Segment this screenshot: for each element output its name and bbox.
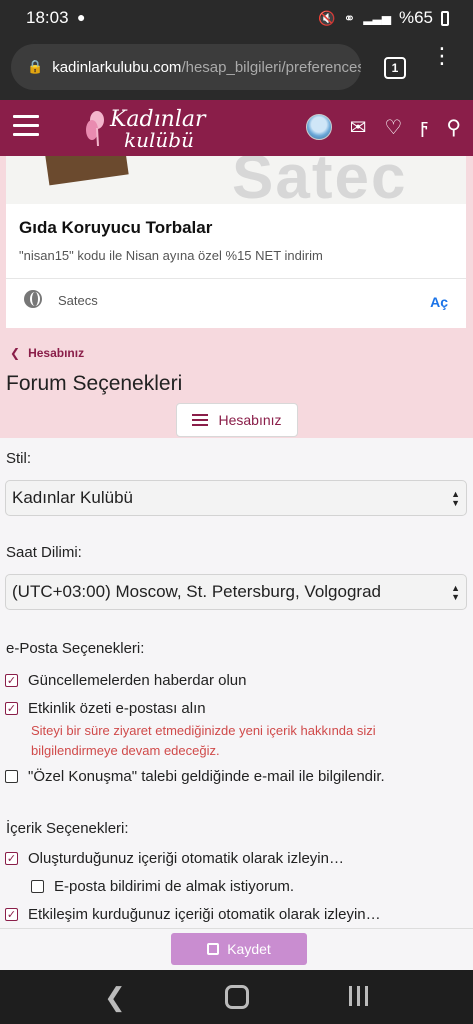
system-nav-bar: ❮ [0,970,473,1024]
logo-text-2: kulübü [124,128,194,152]
content-option-email-notify[interactable]: E-posta bildirimi de almak istiyorum. [31,878,294,895]
browser-toolbar: 🔒 kadinlarkulubu.com/hesap_bilgileri/pre… [0,36,473,100]
save-button-label: Kaydet [227,941,271,957]
select-arrows-icon: ▲ ▼ [451,489,460,508]
breadcrumb[interactable]: ❮ Hesabınız [10,346,84,360]
lock-icon: 🔒 [27,59,44,74]
ad-open-link[interactable]: Aç [430,294,448,310]
ad-image: Satec [6,156,466,204]
timezone-select-value: (UTC+03:00) Moscow, St. Petersburg, Volg… [12,582,381,601]
status-time: 18:03 [26,8,69,27]
email-hint: Siteyi bir süre ziyaret etmediğinizde ye… [31,721,376,761]
status-icons: 🔇 ⚭ ▂▃▅ %65 [318,8,449,28]
search-icon[interactable]: ⚲ [446,115,461,140]
content-option-label: E-posta bildirimi de almak istiyorum. [54,878,295,895]
email-options-label: e-Posta Seçenekleri: [6,640,145,657]
ad-title: Gıda Koruyucu Torbalar [19,218,213,237]
page-title: Forum Seçenekleri [6,372,183,395]
save-disk-icon [207,943,220,955]
site-logo[interactable]: Kadınlar kulübü [84,104,206,152]
email-option-digest[interactable]: ✓ Etkinlik özeti e-postası alın [5,700,206,717]
checkbox-checked[interactable]: ✓ [5,908,18,921]
email-hint-line2: bilgilendirmeye devam edeceğiz. [31,743,220,758]
back-icon[interactable]: ❮ [104,982,126,1013]
email-option-label: Güncellemelerden haberdar olun [28,672,247,689]
content-option-watch-interacted[interactable]: ✓ Etkileşim kurduğunuz içeriği otomatik … [5,906,381,923]
site-header: Kadınlar kulübü ✉ ♡ ϝ ⚲ [0,100,473,156]
header-icons: ✉ ♡ ϝ ⚲ [305,114,461,140]
globe-icon [24,290,42,308]
timezone-label: Saat Dilimi: [6,544,82,561]
battery-icon [441,10,449,26]
bell-icon[interactable]: ♡ [384,115,402,140]
home-icon[interactable] [225,985,249,1009]
email-option-label: Etkinlik özeti e-postası alın [28,700,206,717]
notification-icon: ● [77,9,86,25]
style-select-value: Kadınlar Kulübü [12,488,133,507]
status-bar: 18:03 ● 🔇 ⚭ ▂▃▅ %65 [0,0,473,36]
account-menu-button[interactable]: Hesabınız [176,403,298,437]
wifi-icon: ⚭ [343,9,356,26]
mute-icon: 🔇 [318,9,336,26]
breadcrumb-label: Hesabınız [28,346,85,360]
battery-text: %65 [398,8,433,27]
recent-apps-icon[interactable] [349,986,368,1006]
save-bar: Kaydet [0,928,473,971]
style-label: Stil: [6,450,32,467]
url-domain: kadinlarkulubu.com [52,58,182,76]
ad-image-brand: Satec [232,156,408,204]
checkbox-checked[interactable]: ✓ [5,674,18,687]
tab-switcher-button[interactable]: 1 [384,57,406,79]
address-bar[interactable]: 🔒 kadinlarkulubu.com/hesap_bilgileri/pre… [11,44,361,90]
avatar[interactable] [305,114,332,140]
menu-icon [192,411,209,429]
content-option-watch-created[interactable]: ✓ Oluşturduğunuz içeriği otomatik olarak… [5,850,344,867]
browser-menu-icon[interactable]: ⋮ [431,45,453,67]
save-button[interactable]: Kaydet [171,933,307,965]
email-option-conversation[interactable]: "Özel Konuşma" talebi geldiğinde e-mail … [5,768,385,785]
ad-section: Satec Gıda Koruyucu Torbalar "nisan15" k… [0,156,473,332]
content-option-label: Etkileşim kurduğunuz içeriği otomatik ol… [28,906,381,923]
timezone-select[interactable]: (UTC+03:00) Moscow, St. Petersburg, Volg… [5,574,467,610]
inbox-icon[interactable]: ✉ [350,115,367,140]
content-option-label: Oluşturduğunuz içeriği otomatik olarak i… [28,850,344,867]
signal-icon: ▂▃▅ [363,11,391,25]
checkbox-checked[interactable]: ✓ [5,702,18,715]
checkbox-checked[interactable]: ✓ [5,852,18,865]
url-path: /hesap_bilgileri/preferences [181,58,361,76]
checkbox-unchecked[interactable] [31,880,44,893]
account-menu-label: Hesabınız [218,412,282,428]
chevron-left-icon: ❮ [10,346,21,360]
email-hint-line1: Siteyi bir süre ziyaret etmediğinizde ye… [31,723,376,738]
ad-card[interactable]: Satec Gıda Koruyucu Torbalar "nisan15" k… [6,156,466,328]
ad-source: Satecs [58,293,98,308]
divider [6,278,466,279]
ad-subtitle: "nisan15" kodu ile Nisan ayına özel %15 … [19,248,323,263]
email-option-label: "Özel Konuşma" talebi geldiğinde e-mail … [28,768,385,785]
style-select[interactable]: Kadınlar Kulübü ▲ ▼ [5,480,467,516]
preferences-form: Stil: Kadınlar Kulübü ▲ ▼ Saat Dilimi: (U… [0,438,473,928]
bolt-icon[interactable]: ϝ [420,116,428,139]
select-arrows-icon: ▲ ▼ [451,583,460,602]
content-options-label: İçerik Seçenekleri: [6,820,129,837]
hamburger-menu-icon[interactable] [13,115,39,137]
logo-flower-icon [86,111,104,146]
page-header: ❮ Hesabınız Forum Seçenekleri Hesabınız [0,332,473,438]
checkbox-unchecked[interactable] [5,770,18,783]
email-option-updates[interactable]: ✓ Güncellemelerden haberdar olun [5,672,246,689]
